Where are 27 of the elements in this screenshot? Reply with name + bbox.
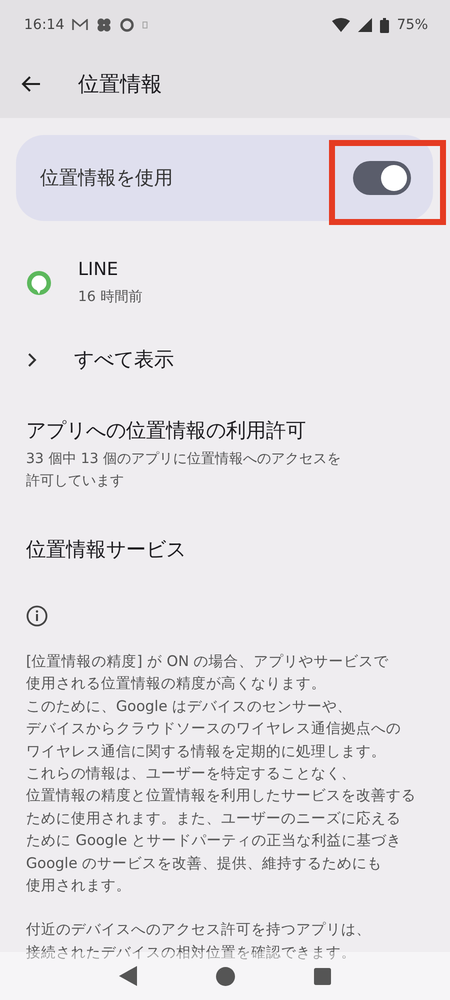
info-paragraph: 付近のデバイスへのアクセス許可を持つアプリは、 接続されたデバイスの相対位置を確認できます。: [26, 920, 372, 963]
toggle-label: 位置情報を使用: [40, 166, 174, 191]
wifi-icon: [332, 18, 350, 32]
location-toggle-card[interactable]: 位置情報を使用: [16, 135, 433, 221]
battery-level: 75%: [396, 17, 428, 33]
info-paragraph: [位置情報の精度] が ON の場合、アプリやサービスで 使用される位置情報の精度が高くなります。 このために、Google はデバイスのセンサーや、 デバイスからクラウドソースのワイヤレス通信拠点への ワイヤレス通信に関する情報を定期的に処理します。 これらの情報は、ユーザーを特定することなく、 位置情報の精度と位置情報を利用したサービスを改善する ために使用されます。また、ユーザーのニーズに応える ために Google とサードパーティの正当な利益に基づき Google のサービスを改善、提供、維持するためにも 使用されます。: [26, 652, 417, 896]
battery-icon: [380, 18, 389, 32]
status-time: 16:14: [24, 17, 64, 33]
chevron-icon: [26, 352, 38, 366]
app-name: LINE: [78, 259, 120, 280]
info-icon: [26, 605, 48, 627]
signal-icon: [358, 18, 372, 32]
location-services-title[interactable]: 位置情報サービス: [26, 536, 433, 563]
app-permission-title[interactable]: アプリへの位置情報の利用許可: [26, 417, 433, 444]
recents-nav-icon[interactable]: [314, 968, 331, 984]
home-nav-icon[interactable]: [216, 966, 235, 986]
location-switch[interactable]: [353, 161, 411, 195]
app-permission-summary: 33 個中 13 個のアプリに位置情報へのアクセスを 許可しています: [26, 450, 342, 491]
fan-icon: [96, 17, 112, 33]
browser-icon: [120, 18, 134, 32]
notification-icon: [142, 21, 148, 29]
app-logo-icon: [26, 270, 52, 298]
back-nav-icon[interactable]: [119, 966, 138, 986]
see-all-button[interactable]: すべて表示: [26, 346, 433, 373]
page-title: 位置情報: [78, 71, 162, 98]
access-time: 16 時間前: [78, 288, 142, 307]
mail-icon: [72, 19, 88, 31]
